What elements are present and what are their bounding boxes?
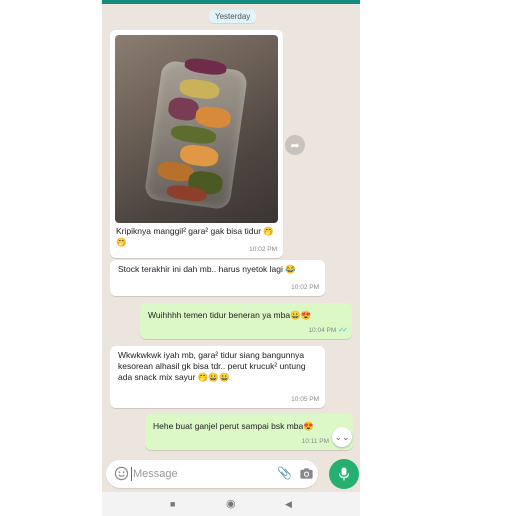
attach-icon[interactable]: 📎 <box>277 466 292 480</box>
message-composer[interactable]: Message 📎 <box>106 460 318 488</box>
message-time: 10:02 PM <box>249 246 277 253</box>
system-nav-bar: ■ ◉ ◀ <box>102 492 360 516</box>
mic-button[interactable] <box>329 459 359 489</box>
nav-stop-icon[interactable]: ■ <box>170 499 175 509</box>
message-time-outgoing: 10:04 PM ✓✓ <box>308 327 348 334</box>
text-caret <box>131 467 132 481</box>
snack-jar-photo[interactable] <box>115 35 278 223</box>
camera-icon[interactable] <box>299 466 314 481</box>
read-ticks-icon: ✓✓ <box>338 327 348 334</box>
message-incoming[interactable]: Stock terakhir ini dah mb.. harus nyetok… <box>110 260 325 296</box>
message-time: 10:05 PM <box>291 396 319 403</box>
nav-home-icon[interactable]: ◉ <box>226 497 236 510</box>
message-text: Stock terakhir ini dah mb.. harus nyetok… <box>118 264 296 274</box>
message-input[interactable]: Message <box>133 468 178 480</box>
message-time-outgoing: 10:11 PM <box>301 438 329 445</box>
message-incoming[interactable]: Wkwkwkwk iyah mb, gara² tidur siang bang… <box>110 346 325 408</box>
emoji-icon[interactable] <box>114 466 129 481</box>
message-time: 10:02 PM <box>291 284 319 291</box>
header-strip <box>102 0 360 4</box>
nav-back-icon[interactable]: ◀ <box>285 499 292 510</box>
message-image-bubble[interactable]: Kripiknya manggil² gara² gak bisa tidur … <box>110 30 283 258</box>
share-icon[interactable]: ➦ <box>285 135 305 155</box>
jar-shape <box>143 56 249 211</box>
message-text: Wuihhhh temen tidur beneran ya mba😀😍 <box>148 310 312 320</box>
date-chip: Yesterday <box>209 10 257 23</box>
mic-icon <box>338 467 350 481</box>
message-text: Wkwkwkwk iyah mb, gara² tidur siang bang… <box>118 350 306 382</box>
message-text: Hehe buat ganjel perut sampai bsk mba😍 <box>153 421 314 431</box>
scroll-down-icon[interactable]: ⌄⌄ <box>332 427 352 447</box>
message-outgoing[interactable]: Hehe buat ganjel perut sampai bsk mba😍 1… <box>145 414 353 450</box>
message-outgoing[interactable]: Wuihhhh temen tidur beneran ya mba😀😍 10:… <box>140 303 352 339</box>
chat-screen: Yesterday Kripiknya manggil² gara² gak b… <box>102 0 360 516</box>
